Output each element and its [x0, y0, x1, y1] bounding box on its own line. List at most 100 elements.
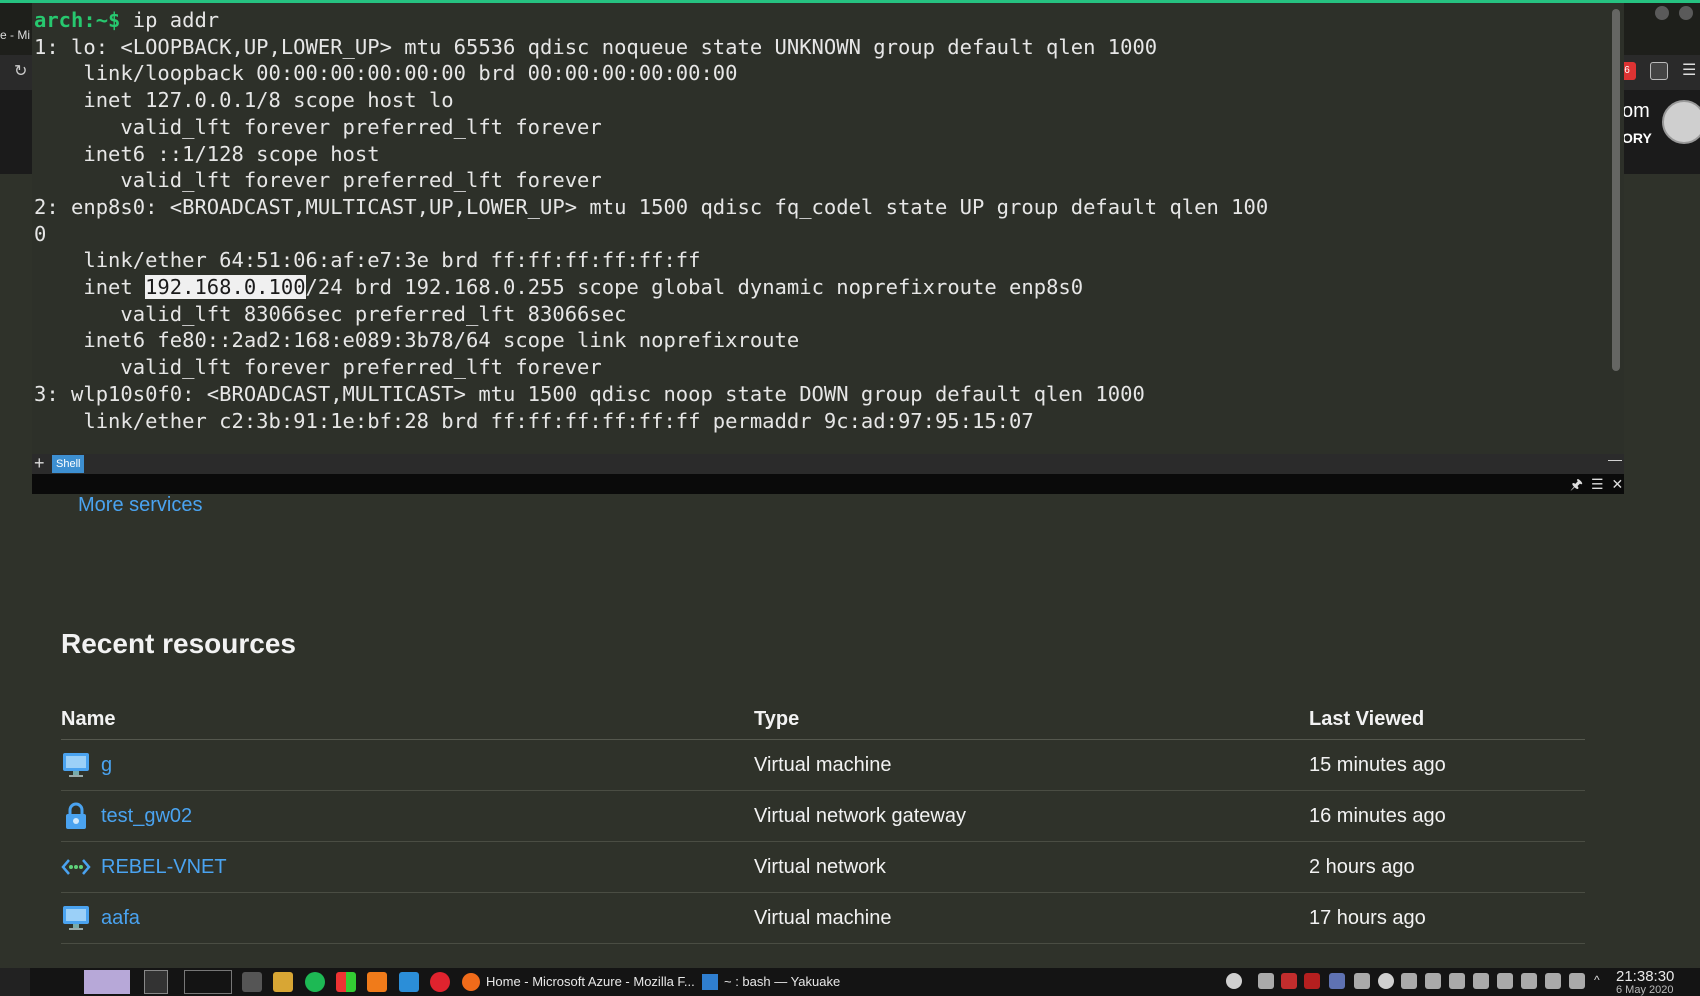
clipboard-icon[interactable]: [1401, 973, 1417, 989]
terminal-bottom-bar: [32, 474, 1624, 494]
recent-resources-title: Recent resources: [61, 628, 297, 659]
terminal-lines-after: valid_lft 83066sec preferred_lft 83066se…: [34, 302, 1145, 433]
terminal-line: 3: wlp10s0f0: <BROADCAST,MULTICAST> mtu …: [34, 381, 1145, 406]
minimize-icon[interactable]: [1655, 6, 1669, 20]
resource-last-viewed: 17 hours ago: [1309, 906, 1426, 929]
resource-link[interactable]: g: [101, 754, 112, 777]
battery-icon[interactable]: [1497, 973, 1513, 989]
reader-icon[interactable]: [1650, 62, 1668, 80]
extension-icons: 6 ☰: [1618, 62, 1700, 80]
gmail-icon[interactable]: [1304, 973, 1320, 989]
terminal-window[interactable]: arch:~$ ip addr 1: lo: <LOOPBACK,UP,LOWE…: [32, 3, 1624, 455]
terminal-line: 0: [34, 221, 47, 246]
chevron-up-icon[interactable]: ^: [1594, 973, 1610, 989]
extension-badge: 6: [1624, 65, 1630, 76]
inet-suffix: /24 brd 192.168.0.255 scope global dynam…: [305, 275, 1084, 300]
tray-icon-1[interactable]: [1258, 973, 1274, 989]
terminal-tab-bar: [32, 454, 1624, 474]
selected-ip[interactable]: 192.168.0.100: [145, 275, 306, 300]
pin-icon[interactable]: 🖈: [1570, 475, 1583, 493]
clock-date[interactable]: 6 May 2020: [1616, 984, 1673, 996]
table-header: Name Type Last Viewed: [61, 700, 1585, 740]
resource-link[interactable]: aafa: [101, 907, 140, 930]
column-name: Name: [61, 708, 116, 730]
resource-last-viewed: 2 hours ago: [1309, 855, 1415, 878]
terminal-app-icon[interactable]: [242, 972, 262, 992]
terminal-line: 2: enp8s0: <BROADCAST,MULTICAST,UP,LOWER…: [34, 194, 1269, 219]
task-yakuake-label: ~ : bash — Yakuake: [724, 974, 841, 989]
table-row: test_gw02 Virtual network gateway 16 min…: [61, 791, 1585, 842]
new-tab-icon[interactable]: +: [34, 454, 45, 472]
terminal-line: inet6 ::1/128 scope host: [34, 141, 380, 166]
resource-link[interactable]: REBEL-VNET: [101, 856, 227, 879]
table-row: REBEL-VNET Virtual network 2 hours ago: [61, 842, 1585, 893]
opera-icon[interactable]: [430, 972, 450, 992]
terminal-line: valid_lft forever preferred_lft forever: [34, 114, 602, 139]
task-yakuake[interactable]: ~ : bash — Yakuake: [702, 968, 840, 996]
pager-desktop-3[interactable]: [184, 970, 232, 994]
recent-resources-table: Name Type Last Viewed g Virtual machine …: [61, 700, 1585, 944]
resource-last-viewed: 15 minutes ago: [1309, 753, 1446, 776]
mic-icon[interactable]: [1521, 973, 1537, 989]
terminal-lines: 1: lo: <LOOPBACK,UP,LOWER_UP> mtu 65536 …: [34, 35, 1268, 273]
close-icon[interactable]: ✕: [1612, 475, 1624, 493]
files-icon[interactable]: [273, 972, 293, 992]
task-firefox-label: Home - Microsoft Azure - Mozilla F...: [486, 974, 695, 989]
resource-link[interactable]: test_gw02: [101, 805, 192, 828]
close-window-icon[interactable]: [1679, 6, 1693, 20]
vm-icon: [61, 903, 91, 933]
pager-desktop-2[interactable]: [144, 970, 168, 994]
inet-prefix: inet: [34, 275, 146, 300]
spotify-icon[interactable]: [305, 972, 325, 992]
table-row: aafa Virtual machine 17 hours ago: [61, 893, 1585, 944]
terminal-scrollbar[interactable]: [1612, 9, 1620, 371]
pager-desktop-1[interactable]: [84, 970, 130, 994]
terminal-line: link/ether 64:51:06:af:e7:3e brd ff:ff:f…: [34, 248, 701, 273]
sublime-icon[interactable]: [367, 972, 387, 992]
window-controls: [1655, 6, 1693, 20]
shell-prompt: arch:~$: [34, 8, 121, 32]
tab-shell[interactable]: Shell: [52, 455, 85, 473]
tray-icon-3[interactable]: [1354, 973, 1370, 989]
menu-icon[interactable]: ☰: [1682, 62, 1700, 80]
terminal-output[interactable]: arch:~$ ip addr 1: lo: <LOOPBACK,UP,LOWE…: [34, 7, 1268, 434]
reload-icon[interactable]: ↻: [14, 61, 27, 81]
browser-tab-fragment[interactable]: e - Mi: [0, 28, 34, 50]
minimize-terminal-icon[interactable]: —: [1608, 451, 1622, 467]
skype-icon[interactable]: [1378, 973, 1394, 989]
tray-icon-2[interactable]: [1281, 973, 1297, 989]
vscode-icon[interactable]: [399, 972, 419, 992]
clock-time[interactable]: 21:38:30: [1616, 968, 1674, 985]
resource-type: Virtual network: [754, 855, 886, 878]
terminal-line: valid_lft forever preferred_lft forever: [34, 355, 602, 380]
command-text: ip addr: [120, 8, 220, 32]
office-icon[interactable]: [336, 972, 356, 992]
terminal-line: inet6 fe80::2ad2:168:e089:3b78/64 scope …: [34, 328, 800, 353]
resource-type: Virtual machine: [754, 753, 892, 776]
gateway-lock-icon: [61, 801, 91, 831]
terminal-line: link/loopback 00:00:00:00:00:00 brd 00:0…: [34, 61, 738, 86]
vnet-icon: [61, 852, 91, 882]
menu-icon[interactable]: ☰: [1591, 475, 1604, 493]
bulb-icon[interactable]: [1425, 973, 1441, 989]
resource-type: Virtual machine: [754, 906, 892, 929]
account-directory[interactable]: ORY: [1622, 130, 1652, 146]
network-icon[interactable]: [1545, 973, 1561, 989]
start-menu-icon[interactable]: [0, 968, 30, 996]
vm-icon: [61, 750, 91, 780]
brightness-icon[interactable]: [1226, 973, 1242, 989]
account-name[interactable]: om: [1622, 100, 1650, 123]
speaker-icon[interactable]: [1569, 973, 1585, 989]
resource-type: Virtual network gateway: [754, 804, 966, 827]
volume-icon[interactable]: [1473, 973, 1489, 989]
more-services-link[interactable]: More services: [78, 494, 202, 517]
task-firefox[interactable]: Home - Microsoft Azure - Mozilla F...: [462, 968, 695, 996]
terminal-line: 1: lo: <LOOPBACK,UP,LOWER_UP> mtu 65536 …: [34, 34, 1158, 59]
yakuake-icon: [702, 974, 718, 990]
discord-icon[interactable]: [1329, 973, 1345, 989]
avatar[interactable]: [1662, 100, 1700, 144]
lock-icon[interactable]: [1449, 973, 1465, 989]
terminal-controls: 🖈 ☰ ✕: [1570, 475, 1623, 493]
terminal-line: inet 127.0.0.1/8 scope host lo: [34, 88, 454, 113]
resource-last-viewed: 16 minutes ago: [1309, 804, 1446, 827]
